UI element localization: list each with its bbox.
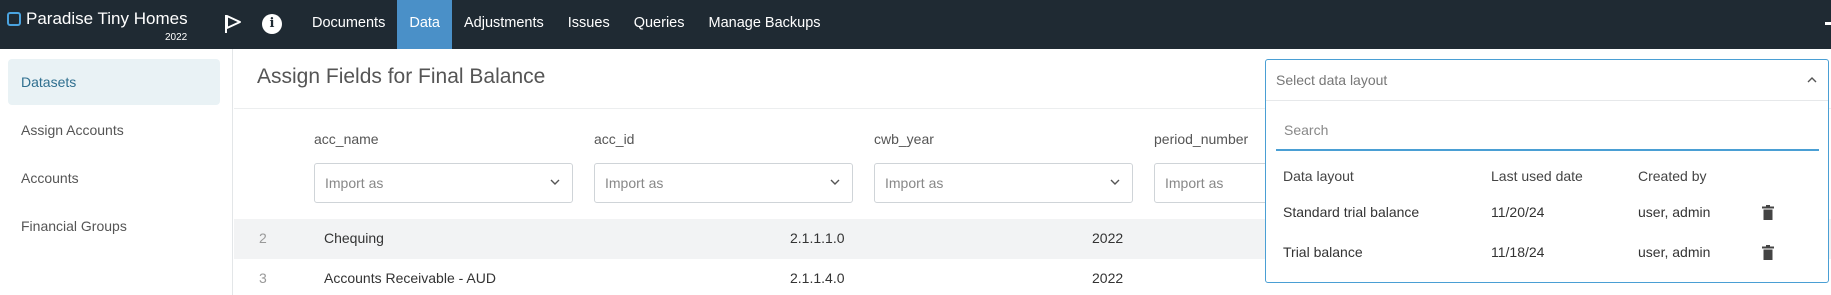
column-header-acc-id: acc_id [594, 131, 635, 147]
nav-queries[interactable]: Queries [622, 0, 697, 49]
trash-icon[interactable] [1762, 205, 1774, 220]
chevron-down-icon [550, 179, 560, 185]
cell-acc-id: 2.1.1.1.0 [790, 230, 845, 246]
layout-name: Standard trial balance [1283, 204, 1420, 220]
flag-icon[interactable] [224, 14, 242, 34]
layout-created-by: user, admin [1638, 244, 1711, 260]
row-number: 2 [259, 230, 267, 246]
column-header-data-layout: Data layout [1283, 168, 1354, 184]
chevron-down-icon [1110, 179, 1120, 185]
sidebar: Datasets Assign Accounts Accounts Financ… [0, 49, 233, 295]
trash-icon[interactable] [1762, 245, 1774, 260]
import-as-select-acc-name[interactable]: Import as [314, 163, 573, 203]
nav-adjustments[interactable]: Adjustments [452, 0, 556, 49]
column-header-acc-name: acc_name [314, 131, 379, 147]
layout-last-used: 11/20/24 [1491, 204, 1545, 220]
import-as-placeholder: Import as [885, 175, 944, 191]
layout-last-used: 11/18/24 [1491, 244, 1545, 260]
chevron-down-icon [830, 179, 840, 185]
app-year: 2022 [165, 32, 188, 43]
column-header-cwb-year: cwb_year [874, 131, 934, 147]
data-layout-placeholder: Select data layout [1276, 72, 1388, 88]
import-as-placeholder: Import as [605, 175, 664, 191]
nav-documents[interactable]: Documents [300, 0, 397, 49]
page-title: Assign Fields for Final Balance [257, 65, 546, 88]
cell-cwb-year: 2022 [1092, 230, 1124, 246]
cell-cwb-year: 2022 [1092, 270, 1124, 286]
info-icon[interactable]: i [262, 14, 282, 34]
nav-issues[interactable]: Issues [556, 0, 622, 49]
top-navigation-bar: Paradise Tiny Homes 2022 i Documents Dat… [0, 0, 1831, 49]
cell-acc-id: 2.1.1.4.0 [790, 270, 845, 286]
app-logo-icon [7, 12, 21, 26]
layout-name: Trial balance [1283, 244, 1363, 260]
nav-manage-backups[interactable]: Manage Backups [696, 0, 832, 49]
column-header-last-used-date: Last used date [1491, 168, 1583, 184]
sidebar-item-assign-accounts[interactable]: Assign Accounts [8, 107, 220, 153]
import-as-placeholder: Import as [325, 175, 384, 191]
sidebar-item-datasets[interactable]: Datasets [8, 59, 220, 105]
import-as-placeholder: Import as [1165, 175, 1224, 191]
column-header-created-by: Created by [1638, 168, 1707, 184]
layout-created-by: user, admin [1638, 204, 1711, 220]
topbar-edge-marker [1825, 22, 1831, 25]
sidebar-item-financial-groups[interactable]: Financial Groups [8, 203, 220, 249]
main-nav: Documents Data Adjustments Issues Querie… [300, 0, 833, 49]
layout-search-input[interactable] [1276, 111, 1819, 151]
import-as-select-cwb-year[interactable]: Import as [874, 163, 1133, 203]
sidebar-item-accounts[interactable]: Accounts [8, 155, 220, 201]
chevron-up-icon [1807, 77, 1817, 83]
import-as-select-acc-id[interactable]: Import as [594, 163, 853, 203]
data-layout-dropdown: Select data layout Data layout Last used… [1265, 59, 1829, 283]
cell-acc-name: Chequing [324, 230, 384, 246]
column-header-period-number: period_number [1154, 131, 1249, 147]
data-layout-select[interactable]: Select data layout [1266, 60, 1828, 101]
cell-acc-name: Accounts Receivable - AUD [324, 270, 496, 286]
nav-data[interactable]: Data [397, 0, 452, 49]
app-name: Paradise Tiny Homes [26, 9, 188, 28]
row-number: 3 [259, 270, 267, 286]
